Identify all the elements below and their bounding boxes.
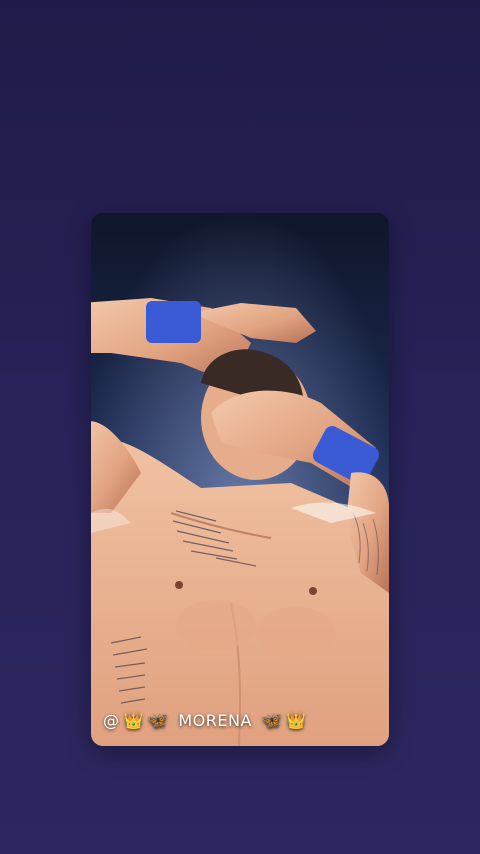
story-viewer-screen: @ 👑 🦋 MORENA 🦋 👑: [0, 0, 480, 854]
crown-emoji-icon-2: 👑: [286, 711, 307, 730]
caption-at-sign: @: [103, 711, 120, 730]
butterfly-emoji-icon: 🦋: [147, 711, 169, 730]
caption-name: MORENA: [178, 711, 252, 730]
video-frame-image: [91, 213, 389, 746]
video-card[interactable]: @ 👑 🦋 MORENA 🦋 👑: [91, 213, 389, 746]
story-caption: @ 👑 🦋 MORENA 🦋 👑: [103, 711, 307, 730]
butterfly-emoji-icon-2: 🦋: [261, 711, 283, 730]
crown-emoji-icon: 👑: [123, 711, 144, 730]
